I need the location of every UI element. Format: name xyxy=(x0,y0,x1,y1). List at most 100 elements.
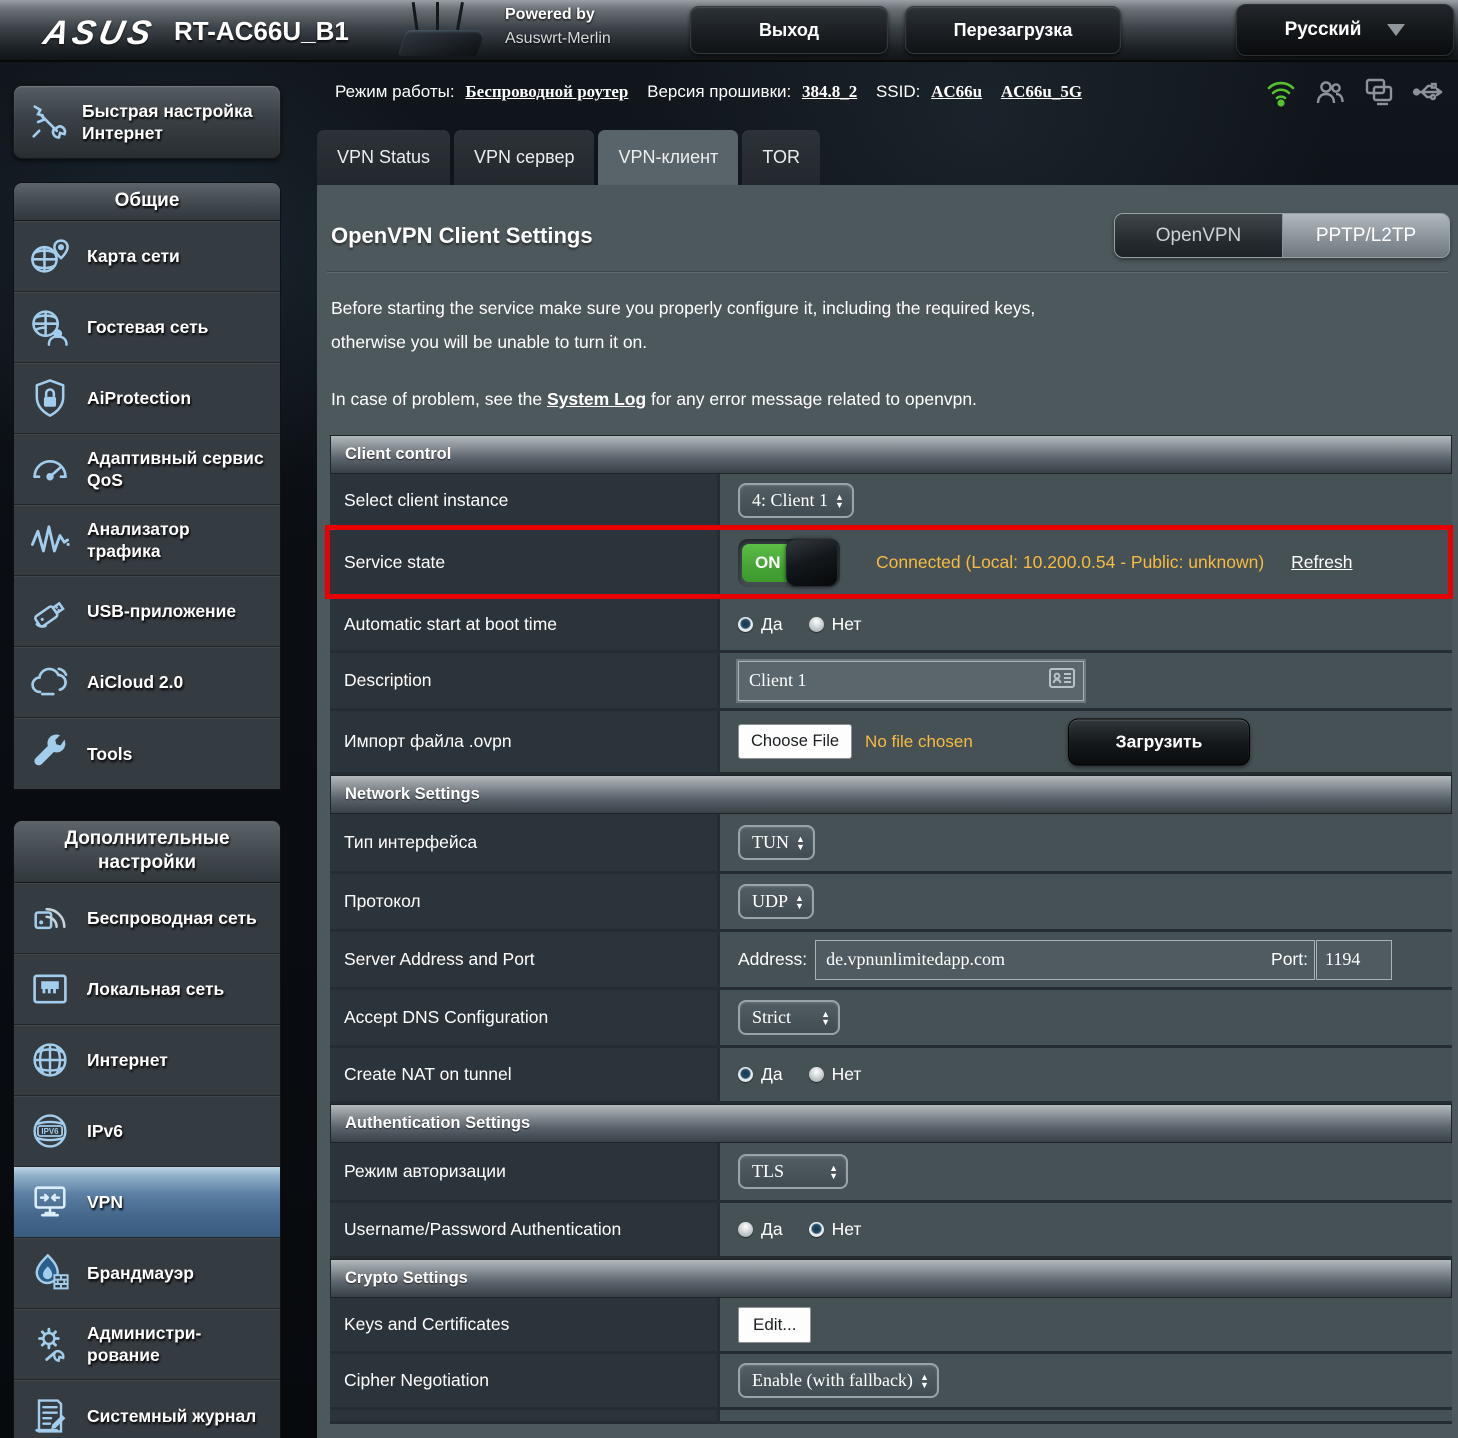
chevron-down-icon xyxy=(1387,24,1405,36)
select-arrows-icon: ▲▼ xyxy=(795,894,804,910)
admin-icon xyxy=(28,1322,72,1366)
upload-button[interactable]: Загрузить xyxy=(1068,718,1250,765)
wifi-status-icon[interactable] xyxy=(1265,76,1297,108)
choose-file-button[interactable]: Choose File xyxy=(738,724,852,759)
general-menu: Общие Карта сети xyxy=(13,182,281,790)
sidebar-item-label: Карта сети xyxy=(87,245,267,267)
userpass-yes-radio[interactable] xyxy=(738,1222,753,1237)
sidebar-item-guest-network[interactable]: Гостевая сеть xyxy=(14,292,280,363)
tab-tor[interactable]: TOR xyxy=(742,130,820,185)
section-client-control: Client control xyxy=(330,435,1452,474)
instance-label: Select client instance xyxy=(344,490,508,511)
intro-line2: otherwise you will be unable to turn it … xyxy=(331,325,1035,359)
row-interface-type: Тип интерфейса TUN ▲▼ xyxy=(330,814,1452,874)
qos-icon xyxy=(28,447,72,491)
sidebar-item-firewall[interactable]: Брандмауэр xyxy=(14,1238,280,1309)
system-log-link[interactable]: System Log xyxy=(547,389,646,409)
sidebar-item-traffic-analyzer[interactable]: Анализатор трафика xyxy=(14,505,280,576)
usb-status-icon[interactable] xyxy=(1412,76,1444,108)
firewall-icon xyxy=(28,1251,72,1295)
quick-setup-button[interactable]: Быстрая настройка Интернет xyxy=(13,85,281,159)
toggle-knob xyxy=(786,539,838,587)
sidebar-item-administration[interactable]: Администри-рование xyxy=(14,1309,280,1380)
ssid-main-link[interactable]: AC66u xyxy=(931,82,982,101)
guest-network-icon xyxy=(28,305,72,349)
main-content: OpenVPN Client Settings OpenVPN PPTP/L2T… xyxy=(317,185,1458,1438)
userpass-no-radio[interactable] xyxy=(809,1222,824,1237)
wireless-icon xyxy=(28,896,72,940)
top-header: ASUS RT-AC66U_B1 Powered by Asuswrt-Merl… xyxy=(0,0,1458,62)
address-label: Address: xyxy=(738,949,807,970)
sidebar-item-vpn[interactable]: VPN xyxy=(14,1167,280,1238)
sidebar-item-label: Беспроводная сеть xyxy=(87,907,267,929)
edit-keys-button[interactable]: Edit... xyxy=(738,1307,811,1343)
note-pre: In case of problem, see the xyxy=(331,389,547,409)
interface-type-select[interactable]: TUN ▲▼ xyxy=(738,825,815,860)
address-input[interactable] xyxy=(815,940,1315,980)
ssid-label: SSID: xyxy=(876,82,920,101)
firmware-link[interactable]: 384.8_2 xyxy=(802,82,857,101)
sidebar-item-internet[interactable]: Интернет xyxy=(14,1025,280,1096)
sidebar-item-label: Локальная сеть xyxy=(87,978,267,1000)
quick-setup-line2: Интернет xyxy=(82,122,253,144)
sidebar-item-aicloud[interactable]: AiCloud 2.0 xyxy=(14,647,280,718)
powered-by-line1: Powered by xyxy=(505,6,611,24)
internet-icon xyxy=(28,1038,72,1082)
tab-vpn-client[interactable]: VPN-клиент xyxy=(598,130,738,185)
nat-no-radio[interactable] xyxy=(809,1067,824,1082)
cipher-negotiation-label: Cipher Negotiation xyxy=(344,1370,489,1391)
openvpn-segment[interactable]: OpenVPN xyxy=(1115,214,1283,257)
row-create-nat: Create NAT on tunnel Да Нет xyxy=(330,1048,1452,1104)
logout-button[interactable]: Выход xyxy=(690,6,888,54)
row-import-ovpn: Импорт файла .ovpn Choose File No file c… xyxy=(330,711,1452,775)
sidebar-item-tools[interactable]: Tools xyxy=(14,718,280,789)
refresh-link[interactable]: Refresh xyxy=(1291,552,1352,573)
protocol-select[interactable]: UDP ▲▼ xyxy=(738,884,814,919)
cipher-negotiation-select[interactable]: Enable (with fallback) ▲▼ xyxy=(738,1363,939,1398)
advanced-menu: Дополнительные настройки Беспроводная се… xyxy=(13,820,281,1438)
sidebar-item-label: Tools xyxy=(87,743,267,765)
section-network-settings: Network Settings xyxy=(330,775,1452,814)
sidebar-item-qos[interactable]: Адаптивный сервис QoS xyxy=(14,434,280,505)
row-auth-mode: Режим авторизации TLS ▲▼ xyxy=(330,1143,1452,1203)
select-arrows-icon: ▲▼ xyxy=(920,1373,929,1389)
service-state-toggle[interactable]: ON xyxy=(738,539,840,587)
language-select[interactable]: Русский xyxy=(1236,4,1454,56)
vpn-icon xyxy=(28,1180,72,1224)
sidebar-item-syslog[interactable]: Системный журнал xyxy=(14,1380,280,1438)
quick-setup-line1: Быстрая настройка xyxy=(82,100,253,122)
sidebar-item-lan[interactable]: Локальная сеть xyxy=(14,954,280,1025)
sidebar-item-usb-app[interactable]: USB-приложение xyxy=(14,576,280,647)
description-input[interactable]: Client 1 xyxy=(738,661,1084,701)
tab-vpn-status[interactable]: VPN Status xyxy=(317,130,450,185)
port-input[interactable] xyxy=(1316,940,1392,980)
tab-vpn-server[interactable]: VPN сервер xyxy=(454,130,594,185)
sidebar-item-aiprotection[interactable]: AiProtection xyxy=(14,363,280,434)
aiprotection-icon xyxy=(28,376,72,420)
sidebar-item-wireless[interactable]: Беспроводная сеть xyxy=(14,883,280,954)
quick-setup-icon xyxy=(26,100,70,144)
autostart-no-radio[interactable] xyxy=(809,617,824,632)
row-userpass-auth: Username/Password Authentication Да Нет xyxy=(330,1203,1452,1259)
contact-card-icon[interactable] xyxy=(1049,668,1075,693)
auth-mode-select[interactable]: TLS ▲▼ xyxy=(738,1154,848,1189)
reboot-button[interactable]: Перезагрузка xyxy=(905,6,1121,54)
nat-yes-radio[interactable] xyxy=(738,1067,753,1082)
mode-link[interactable]: Беспроводной роутер xyxy=(465,82,628,101)
no-file-chosen-text: No file chosen xyxy=(865,732,973,752)
devices-icon[interactable] xyxy=(1363,76,1395,108)
ipv6-icon: IPV6 xyxy=(28,1109,72,1153)
clients-icon[interactable] xyxy=(1314,76,1346,108)
autostart-yes-radio[interactable] xyxy=(738,617,753,632)
vpn-type-switch: OpenVPN PPTP/L2TP xyxy=(1114,213,1450,258)
sidebar-item-label: Интернет xyxy=(87,1049,267,1071)
client-instance-select[interactable]: 4: Client 1 ▲▼ xyxy=(738,483,854,518)
description-label: Description xyxy=(344,670,432,691)
ssid-5g-link[interactable]: AC66u_5G xyxy=(1001,82,1082,101)
connection-status: Connected (Local: 10.200.0.54 - Public: … xyxy=(876,552,1264,573)
pptp-l2tp-segment[interactable]: PPTP/L2TP xyxy=(1283,214,1449,257)
sidebar-item-ipv6[interactable]: IPV6 IPv6 xyxy=(14,1096,280,1167)
dns-config-select[interactable]: Strict ▲▼ xyxy=(738,1000,840,1035)
protocol-label: Протокол xyxy=(344,891,421,912)
sidebar-item-network-map[interactable]: Карта сети xyxy=(14,221,280,292)
